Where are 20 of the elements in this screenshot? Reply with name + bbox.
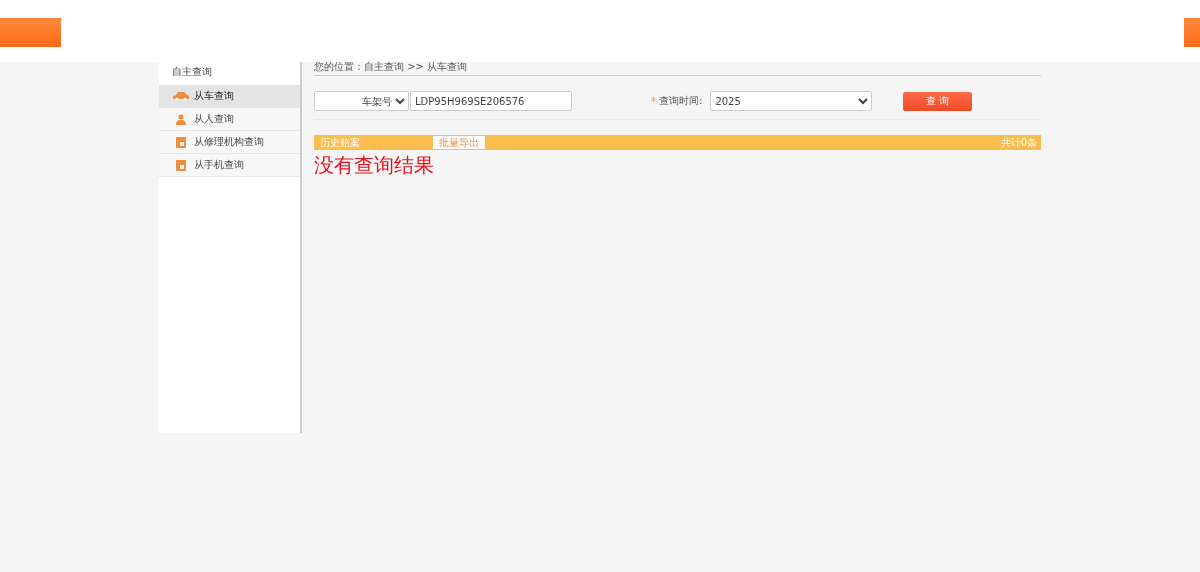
sidebar-item[interactable]: 从车查询 — [159, 85, 300, 108]
header-banner — [1184, 18, 1200, 47]
year-select[interactable]: 2025 — [710, 91, 873, 111]
results-title: 历史赔案 — [320, 135, 361, 150]
calendar-icon — [176, 159, 186, 171]
search-input[interactable]: LDP95H969SE206576 — [410, 91, 572, 111]
car-icon — [172, 91, 190, 101]
header-banner — [0, 18, 61, 47]
empty-message: 没有查询结果 — [314, 153, 435, 177]
sidebar-item[interactable]: 从修理机构查询 — [159, 131, 300, 154]
results-total: 共计0条 — [1000, 135, 1037, 150]
person-icon — [176, 113, 186, 125]
breadcrumb: 您的位置：自主查询 >> 从车查询 — [314, 62, 1041, 76]
sidebar-title: 自主查询 — [171, 65, 213, 79]
required-mark: * — [651, 95, 656, 107]
sidebar-item[interactable]: 从手机查询 — [159, 154, 300, 177]
search-type-select[interactable]: 车架号 — [314, 91, 409, 111]
time-label: 查询时间: — [659, 94, 703, 108]
sidebar-item[interactable]: 从人查询 — [159, 108, 300, 131]
calendar-icon — [176, 136, 186, 148]
